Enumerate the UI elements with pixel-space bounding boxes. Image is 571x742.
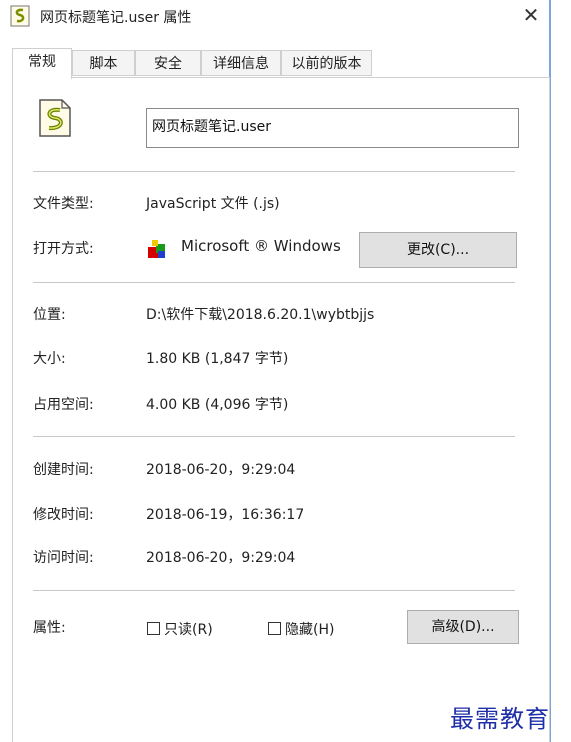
readonly-checkbox[interactable] xyxy=(147,622,160,635)
separator xyxy=(33,171,515,172)
tab-details[interactable]: 详细信息 xyxy=(201,50,281,76)
tab-previous-versions[interactable]: 以前的版本 xyxy=(281,50,372,76)
opens-with-label: 打开方式: xyxy=(33,241,94,257)
file-name-input[interactable]: 网页标题笔记.user xyxy=(146,108,519,148)
created-value: 2018-06-20，9:29:04 xyxy=(146,462,296,478)
size-on-disk-value: 4.00 KB (4,096 字节) xyxy=(146,397,289,413)
file-type-value: JavaScript 文件 (.js) xyxy=(146,196,280,212)
modified-label: 修改时间: xyxy=(33,507,94,523)
opens-with-value: Microsoft ® Windows xyxy=(181,237,341,255)
separator xyxy=(33,282,515,283)
file-type-label: 文件类型: xyxy=(33,196,94,212)
created-label: 创建时间: xyxy=(33,462,94,478)
close-button[interactable]: ✕ xyxy=(512,0,550,32)
title-bar: 网页标题笔记.user 属性 ✕ xyxy=(0,0,571,34)
window-title: 网页标题笔记.user 属性 xyxy=(40,10,192,26)
hidden-checkbox-label[interactable]: 隐藏(H) xyxy=(285,619,334,639)
script-file-icon xyxy=(10,5,30,27)
change-button[interactable]: 更改(C)... xyxy=(359,232,517,268)
advanced-button[interactable]: 高级(D)... xyxy=(407,610,519,644)
watermark-text: 最需教育 xyxy=(450,705,550,733)
location-label: 位置: xyxy=(33,307,66,323)
size-on-disk-label: 占用空间: xyxy=(33,397,94,413)
accessed-value: 2018-06-20，9:29:04 xyxy=(146,550,296,566)
tab-security[interactable]: 安全 xyxy=(135,50,201,76)
attributes-label: 属性: xyxy=(33,620,66,636)
accessed-label: 访问时间: xyxy=(33,550,94,566)
location-value: D:\软件下载\2018.6.20.1\wybtbjjs xyxy=(146,307,375,323)
size-label: 大小: xyxy=(33,351,66,367)
script-file-icon xyxy=(39,99,71,137)
hidden-checkbox[interactable] xyxy=(268,622,281,635)
modified-value: 2018-06-19，16:36:17 xyxy=(146,507,305,523)
separator xyxy=(33,590,515,591)
readonly-checkbox-label[interactable]: 只读(R) xyxy=(164,619,213,639)
app-icon xyxy=(148,240,165,258)
tab-script[interactable]: 脚本 xyxy=(72,50,135,76)
tab-general[interactable]: 常规 xyxy=(12,48,72,79)
close-icon: ✕ xyxy=(522,3,540,27)
separator xyxy=(33,436,515,437)
size-value: 1.80 KB (1,847 字节) xyxy=(146,351,289,367)
